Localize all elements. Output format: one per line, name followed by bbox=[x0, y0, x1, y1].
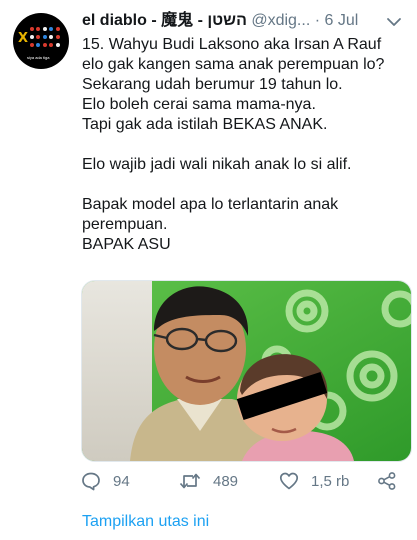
retweet-icon bbox=[179, 471, 201, 491]
heart-icon bbox=[279, 471, 299, 491]
separator-dot: · bbox=[314, 12, 321, 29]
chevron-down-icon[interactable] bbox=[383, 9, 405, 33]
reply-count: 94 bbox=[113, 472, 130, 490]
avatar-mark: X bbox=[18, 31, 29, 46]
retweet-button[interactable]: 489 bbox=[179, 467, 238, 495]
avatar-logo-dots bbox=[30, 27, 60, 49]
display-name[interactable]: el diablo - 魔鬼 - השטן bbox=[82, 12, 247, 29]
tweet-header: el diablo - 魔鬼 - השטן @xdig... · 6 Jul bbox=[82, 9, 407, 33]
avatar[interactable]: X siya ada tiga bbox=[13, 13, 69, 69]
like-count: 1,5 rb bbox=[311, 472, 350, 490]
like-button[interactable]: 1,5 rb bbox=[279, 467, 349, 495]
tweet-text: 15. Wahyu Budi Laksono aka Irsan A Rauf … bbox=[82, 36, 385, 253]
retweet-count: 489 bbox=[213, 472, 239, 490]
tweet[interactable]: X siya ada tiga el diablo - 魔鬼 - השטן @x… bbox=[0, 0, 417, 540]
reply-icon bbox=[81, 471, 101, 491]
tweet-date[interactable]: 6 Jul bbox=[325, 12, 359, 29]
avatar-caption: siya ada tiga bbox=[27, 55, 50, 60]
show-thread-link[interactable]: Tampilkan utas ini bbox=[82, 512, 209, 532]
reply-button[interactable]: 94 bbox=[81, 467, 130, 495]
user-handle[interactable]: @xdig... bbox=[251, 12, 310, 29]
share-icon bbox=[377, 471, 397, 491]
tweet-photo[interactable] bbox=[81, 280, 412, 462]
tweet-actions: 94 489 1,5 rb bbox=[81, 467, 411, 495]
share-button[interactable] bbox=[377, 467, 397, 495]
